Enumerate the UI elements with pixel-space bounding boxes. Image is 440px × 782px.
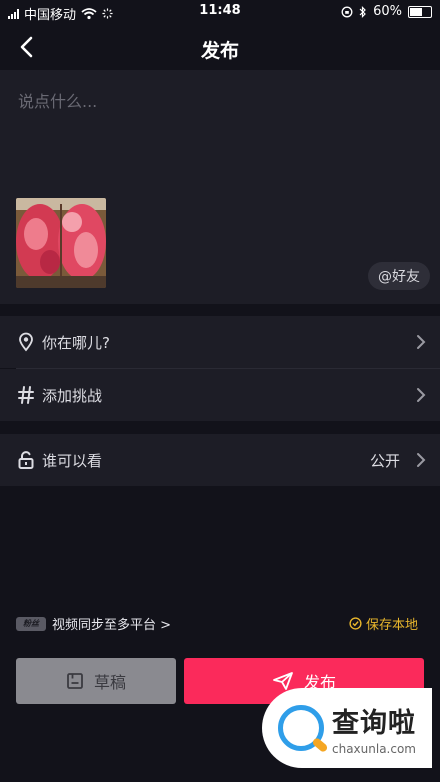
watermark-name: 查询啦 (332, 707, 416, 739)
draft-box-icon (67, 673, 83, 689)
status-right-group: 60% (341, 4, 432, 19)
chevron-right-icon (417, 388, 426, 402)
status-bar: 中国移动 11:48 60% (0, 0, 440, 24)
visibility-value: 公开 (369, 452, 400, 470)
visibility-row[interactable]: 谁可以看 公开 (0, 434, 440, 486)
bluetooth-icon (359, 5, 366, 18)
caption-input[interactable]: 说点什么... (18, 88, 97, 112)
page-title: 发布 (200, 40, 239, 62)
challenge-row[interactable]: 添加挑战 (0, 369, 440, 421)
watermark-logo-icon (278, 705, 324, 751)
visibility-label: 谁可以看 (42, 452, 103, 470)
watermark-domain: chaxunla.com (332, 741, 416, 756)
sync-badge: 粉丝 (16, 616, 46, 631)
location-row[interactable]: 你在哪儿? (0, 316, 440, 368)
watermark: 查询啦 chaxunla.com (262, 688, 432, 768)
draft-button[interactable]: 草稿 (16, 658, 176, 704)
unlock-icon (18, 451, 34, 469)
location-label: 你在哪儿? (42, 334, 110, 352)
orientation-lock-icon (341, 6, 353, 17)
sync-text: 视频同步至多平台 > (52, 618, 172, 633)
chevron-right-icon (417, 453, 426, 467)
save-local-toggle[interactable]: 保存本地 (349, 614, 418, 633)
battery-icon (408, 5, 432, 18)
chevron-right-icon (417, 335, 426, 349)
save-local-label: 保存本地 (365, 618, 418, 633)
nav-bar: 发布 (0, 24, 440, 70)
compose-panel: 说点什么... @好友 (0, 70, 440, 304)
location-pin-icon (19, 332, 33, 352)
hashtag-icon (18, 386, 34, 404)
watermark-text: 查询啦 chaxunla.com (332, 701, 416, 756)
check-circle-icon (349, 617, 362, 630)
send-icon (273, 672, 293, 690)
video-thumbnail[interactable] (16, 198, 106, 288)
battery-percent: 60% (373, 4, 402, 19)
sync-platforms-link[interactable]: 粉丝 视频同步至多平台 > (16, 614, 171, 633)
challenge-label: 添加挑战 (42, 387, 103, 405)
draft-label: 草稿 (93, 673, 126, 692)
mention-friend-button[interactable]: @好友 (368, 262, 430, 290)
thumbnail-image (16, 198, 106, 288)
